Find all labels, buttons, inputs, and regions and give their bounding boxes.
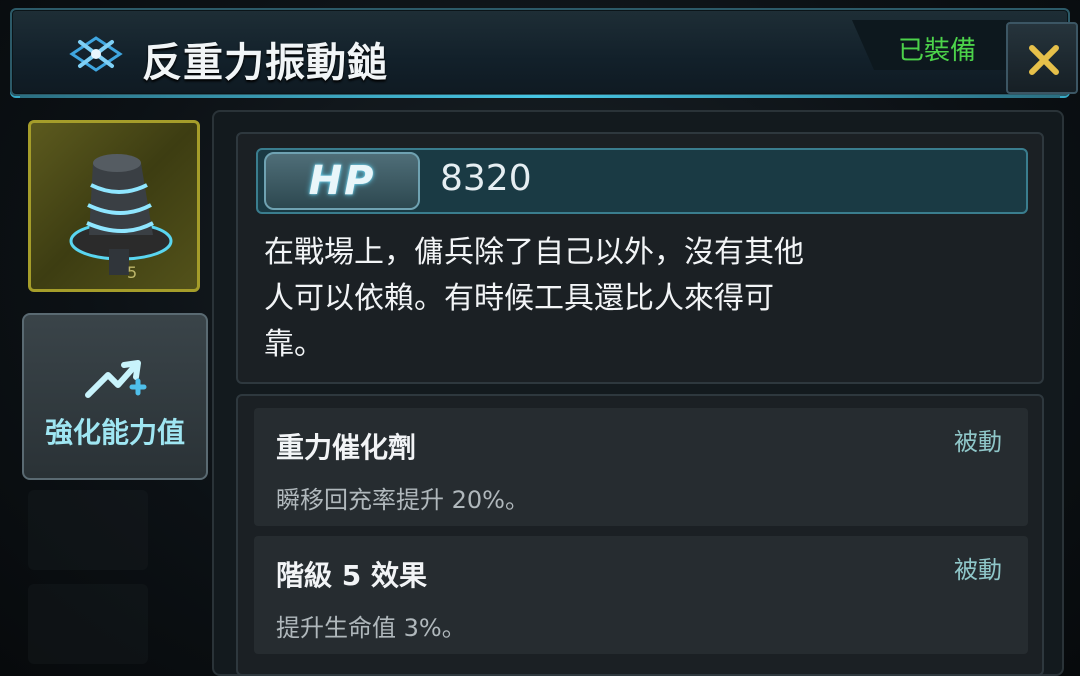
description-line: 在戰場上，傭兵除了自己以外，沒有其他 — [264, 235, 804, 270]
upgrade-arrow-plus-icon — [85, 360, 147, 398]
item-portrait: 5 — [28, 120, 200, 292]
effect-description: 瞬移回充率提升 20%。 — [276, 486, 529, 514]
effect-type: 被動 — [954, 428, 1002, 456]
effect-row: 重力催化劑 被動 瞬移回充率提升 20%。 — [254, 408, 1028, 526]
effect-description: 提升生命值 3%。 — [276, 614, 466, 642]
description-line: 人可以依賴。有時候工具還比人來得可 — [264, 281, 774, 316]
item-description: 在戰場上，傭兵除了自己以外，沒有其他 人可以依賴。有時候工具還比人來得可 靠。 — [264, 230, 914, 368]
item-name: 反重力振動鎚 — [142, 40, 388, 86]
close-x-icon — [1029, 45, 1059, 75]
hp-value: 8320 — [440, 158, 532, 199]
equipment-category-icon — [69, 36, 123, 72]
close-button[interactable] — [1006, 22, 1078, 94]
effect-title: 階級 5 效果 — [276, 559, 427, 592]
upgrade-stats-button[interactable]: 強化能力值 — [22, 313, 208, 480]
item-level: 5 — [127, 263, 138, 282]
effect-row: 階級 5 效果 被動 提升生命值 3%。 — [254, 536, 1028, 654]
background-slot — [28, 490, 148, 570]
hp-badge-label: HP — [308, 158, 376, 204]
item-header: 反重力振動鎚 已裝備 — [10, 8, 1078, 98]
equipped-status: 已裝備 — [898, 36, 977, 66]
upgrade-stats-label: 強化能力值 — [44, 416, 185, 449]
effect-type: 被動 — [954, 556, 1002, 584]
effect-title: 重力催化劑 — [276, 431, 417, 464]
hp-badge: HP — [264, 152, 420, 210]
background-slot — [28, 584, 148, 664]
gravity-hammer-icon — [69, 154, 173, 275]
description-line: 靠。 — [264, 327, 324, 362]
